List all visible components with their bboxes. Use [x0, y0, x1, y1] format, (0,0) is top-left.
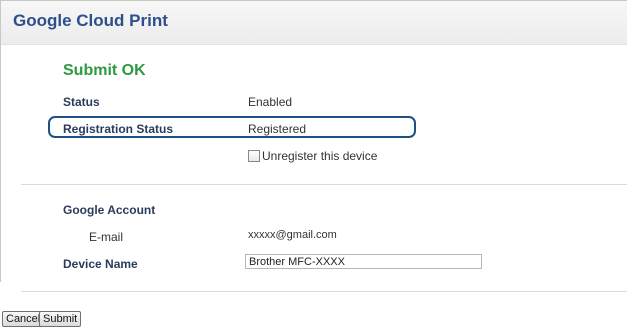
email-value: xxxxx@gmail.com [248, 229, 337, 241]
submit-button[interactable]: Submit [39, 311, 82, 327]
unregister-label: Unregister this device [262, 149, 378, 163]
section-divider [21, 184, 627, 185]
unregister-device-option[interactable]: Unregister this device [248, 149, 377, 163]
page-header: Google Cloud Print [1, 1, 627, 45]
footer-divider [21, 291, 627, 292]
registration-status-value: Registered [248, 122, 307, 136]
registration-status-label: Registration Status [63, 122, 174, 136]
page-title: Google Cloud Print [13, 11, 168, 30]
email-label: E-mail [89, 230, 124, 244]
submit-ok-message: Submit OK [63, 62, 146, 79]
cancel-button[interactable]: Cancel [2, 311, 45, 327]
google-account-label: Google Account [63, 203, 156, 217]
device-name-label: Device Name [63, 257, 138, 271]
status-label: Status [63, 95, 100, 109]
status-value: Enabled [248, 95, 293, 109]
device-name-input[interactable] [245, 254, 482, 269]
unregister-checkbox[interactable] [248, 150, 260, 162]
